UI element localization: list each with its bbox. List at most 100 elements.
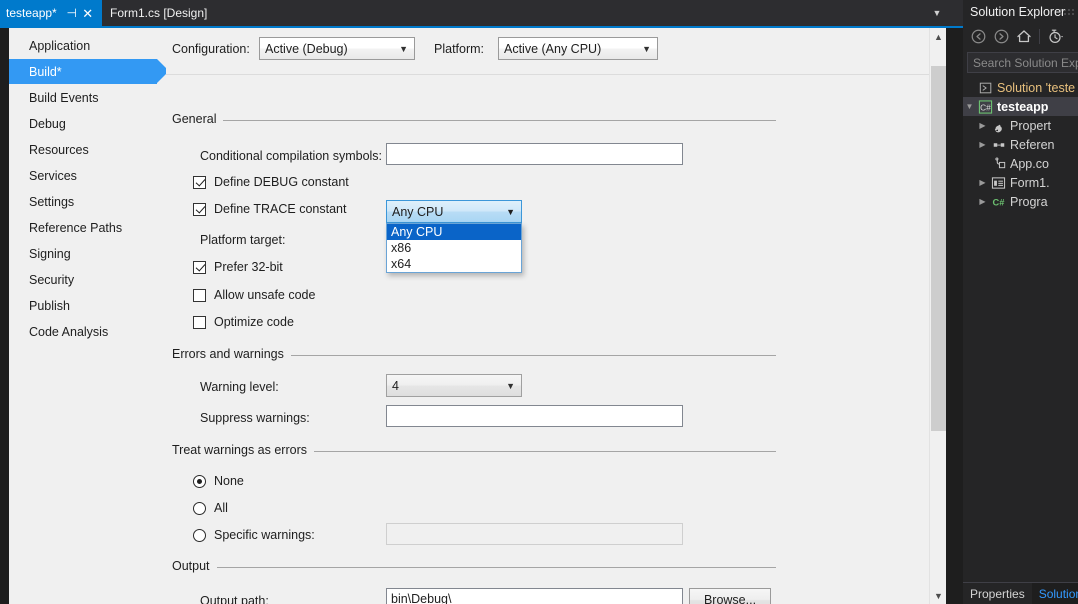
dropdown-option-label: x64 [391, 257, 412, 271]
sidebar-item-label: Build Events [29, 90, 99, 105]
platform-target-value: Any CPU [392, 204, 444, 219]
suppress-warnings-input[interactable] [386, 405, 683, 427]
chevron-down-icon[interactable]: ▼ [930, 587, 947, 604]
suppress-warnings-label: Suppress warnings: [200, 411, 310, 425]
optimize-code-checkbox[interactable]: Optimize code [193, 315, 294, 329]
tree-expander[interactable]: ▶ [976, 197, 989, 206]
checkbox-icon [193, 288, 206, 302]
tree-expander[interactable]: ▶ [976, 178, 989, 187]
sidebar-item-build-events[interactable]: Build Events [9, 85, 166, 110]
sidebar-item-label: Application [29, 38, 91, 53]
checkbox-icon [193, 260, 206, 274]
errors-warnings-group-title: Errors and warnings [172, 347, 291, 361]
tree-expander[interactable]: ▶ [976, 121, 989, 130]
tree-item-label: Propert [1010, 118, 1051, 133]
chevron-down-icon: ▼ [506, 380, 515, 391]
csharp-project-icon: C# [976, 99, 995, 114]
tree-item-references[interactable]: ▶ Referen [963, 135, 1078, 154]
sidebar-item-services[interactable]: Services [9, 163, 166, 188]
output-path-input[interactable]: bin\Debug\ [386, 588, 683, 604]
search-input[interactable]: Search Solution Exp [967, 52, 1078, 73]
warning-level-select[interactable]: 4 ▼ [386, 374, 522, 397]
treat-warnings-all-label: All [214, 501, 228, 515]
conditional-symbols-label: Conditional compilation symbols: [200, 149, 383, 163]
chevron-down-icon[interactable]: ▼ [927, 0, 947, 26]
allow-unsafe-checkbox[interactable]: Allow unsafe code [193, 288, 315, 302]
forward-arrow-icon[interactable] [991, 27, 1011, 47]
build-panel-scrollbar[interactable]: ▲ ▼ [929, 28, 946, 604]
sidebar-item-settings[interactable]: Settings [9, 189, 166, 214]
sidebar-item-debug[interactable]: Debug [9, 111, 166, 136]
chevron-down-icon: ▼ [399, 43, 408, 54]
close-icon[interactable]: ✕ [80, 7, 96, 20]
checkbox-icon [193, 175, 206, 189]
tree-item-app-config[interactable]: App.co [963, 154, 1078, 173]
dropdown-option-x64[interactable]: x64 [387, 256, 521, 272]
tab-form1-design[interactable]: Form1.cs [Design] [104, 0, 214, 26]
dropdown-option-x86[interactable]: x86 [387, 240, 521, 256]
chevron-up-icon[interactable]: ▲ [930, 28, 947, 45]
sidebar-item-security[interactable]: Security [9, 267, 166, 292]
tree-item-label: testeapp [997, 99, 1049, 114]
sidebar-item-build[interactable]: Build* [9, 59, 169, 84]
sidebar-item-resources[interactable]: Resources [9, 137, 166, 162]
tree-item-form1[interactable]: ▶ Form1. [963, 173, 1078, 192]
checkbox-icon [193, 202, 206, 216]
platform-target-select[interactable]: Any CPU ▼ [386, 200, 522, 223]
tab-properties[interactable]: Properties [963, 583, 1032, 604]
platform-target-dropdown-list[interactable]: Any CPU x86 x64 [386, 223, 522, 273]
tab-solution[interactable]: Solution [1031, 583, 1078, 604]
specific-warnings-input[interactable] [386, 523, 683, 545]
browse-button[interactable]: Browse... [689, 588, 771, 604]
sidebar-item-signing[interactable]: Signing [9, 241, 166, 266]
tree-item-label: Form1. [1010, 175, 1050, 190]
tree-expander[interactable]: ▶ [976, 140, 989, 149]
sidebar-item-code-analysis[interactable]: Code Analysis [9, 319, 166, 344]
define-debug-checkbox[interactable]: Define DEBUG constant [193, 175, 349, 189]
wrench-icon [989, 119, 1008, 133]
references-icon [989, 138, 1008, 152]
svg-text:C#: C# [980, 102, 991, 112]
browse-button-label: Browse... [703, 593, 757, 604]
configuration-select[interactable]: Active (Debug) ▼ [259, 37, 415, 60]
sidebar-item-label: Signing [29, 246, 71, 261]
treat-warnings-none-radio[interactable]: None [193, 474, 244, 488]
pin-icon[interactable]: ⊣ [64, 7, 80, 19]
treat-warnings-group-title: Treat warnings as errors [172, 443, 314, 457]
sidebar-item-publish[interactable]: Publish [9, 293, 166, 318]
scrollbar-thumb[interactable] [931, 66, 946, 431]
svg-text:C#: C# [993, 197, 1006, 207]
tree-item-solution[interactable]: Solution 'teste [963, 78, 1078, 97]
pending-changes-icon[interactable] [1045, 27, 1065, 47]
dropdown-option-label: Any CPU [391, 225, 443, 239]
platform-select[interactable]: Active (Any CPU) ▼ [498, 37, 658, 60]
tree-expander[interactable]: ▼ [963, 102, 976, 111]
back-arrow-icon[interactable] [968, 27, 988, 47]
tree-item-testeapp[interactable]: ▼ C# testeapp [963, 97, 1078, 116]
sidebar-item-application[interactable]: Application [9, 33, 166, 58]
define-trace-label: Define TRACE constant [214, 202, 347, 216]
dropdown-option-any-cpu[interactable]: Any CPU [387, 224, 521, 240]
sidebar-item-reference-paths[interactable]: Reference Paths [9, 215, 166, 240]
editor-tab-bar: testeapp* ⊣ ✕ Form1.cs [Design] ▼ [0, 0, 963, 26]
form-icon [989, 176, 1008, 190]
treat-warnings-group-header: Treat warnings as errors [172, 443, 776, 459]
chevron-down-icon: ▼ [642, 43, 651, 54]
tab-testeapp[interactable]: testeapp* ⊣ ✕ [0, 0, 102, 26]
solution-explorer-bottom-tabs: Properties Solution [963, 582, 1078, 604]
conditional-symbols-input[interactable] [386, 143, 683, 165]
treat-warnings-all-radio[interactable]: All [193, 501, 228, 515]
configuration-select-value: Active (Debug) [265, 41, 348, 56]
sidebar-item-label: Settings [29, 194, 75, 209]
define-trace-checkbox[interactable]: Define TRACE constant [193, 202, 346, 216]
project-properties-nav: Application Build* Build Events Debug Re… [0, 28, 169, 604]
tab-form1-design-label: Form1.cs [Design] [110, 6, 208, 20]
prefer-32bit-checkbox[interactable]: Prefer 32-bit [193, 260, 283, 274]
tree-item-program[interactable]: ▶ C# Progra [963, 192, 1078, 211]
tree-item-properties[interactable]: ▶ Propert [963, 116, 1078, 135]
general-group-header: General [172, 112, 776, 128]
allow-unsafe-label: Allow unsafe code [214, 288, 316, 302]
home-icon[interactable] [1014, 27, 1034, 47]
output-path-value: bin\Debug\ [391, 592, 452, 604]
treat-warnings-specific-radio[interactable]: Specific warnings: [193, 528, 315, 542]
